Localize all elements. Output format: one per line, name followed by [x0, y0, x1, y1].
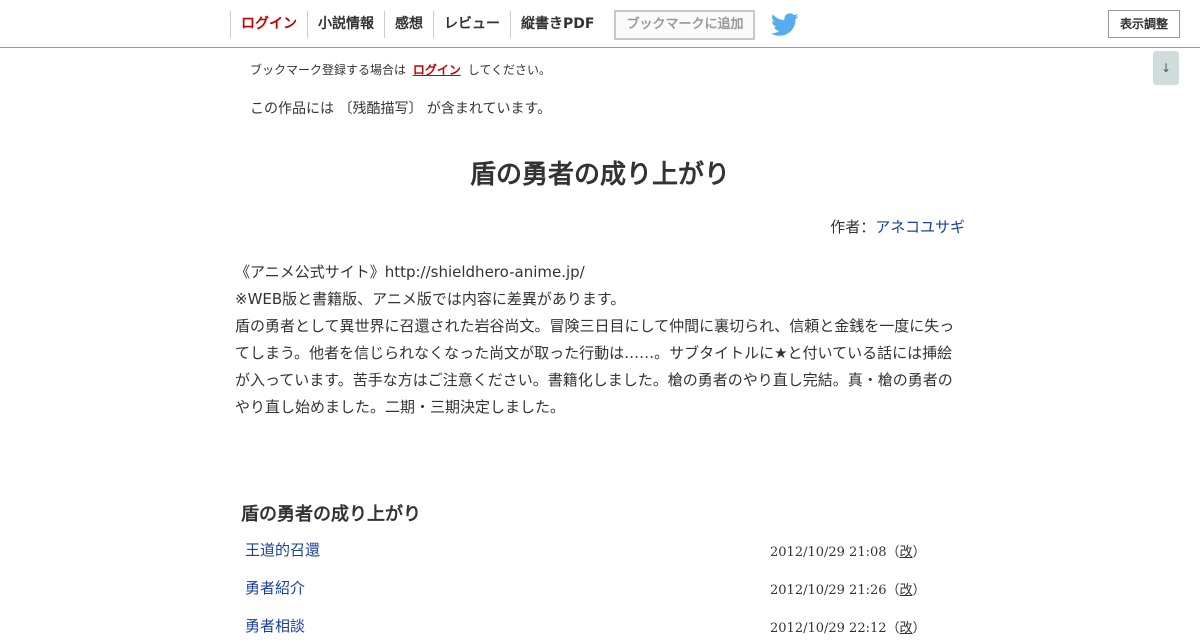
novel-title: 盾の勇者の成り上がり: [469, 160, 730, 190]
author-link[interactable]: アネコユサギ: [875, 218, 965, 236]
episode-row: 勇者相談 2012/10/29 22:12（改）: [235, 606, 965, 644]
synopsis-line: 《アニメ公式サイト》http://shieldhero-anime.jp/: [235, 263, 585, 281]
episode-date: 2012/10/29 21:26（改）: [770, 579, 926, 598]
scroll-down-button[interactable]: ↓: [1153, 51, 1179, 85]
nav-novel-info[interactable]: 小説情報: [307, 11, 384, 38]
episode-date: 2012/10/29 22:12（改）: [770, 617, 926, 636]
synopsis-line: やり直し始めました。二期・三期決定しました。: [235, 398, 566, 416]
content-warning: この作品には 〔残酷描写〕 が含まれています。: [250, 101, 552, 117]
revision-link[interactable]: 改: [900, 621, 913, 636]
author-prefix: 作者：: [830, 218, 876, 236]
bookmark-login-notice: ブックマーク登録する場合は ログイン してください。: [250, 61, 551, 78]
revision-close-paren: ）: [912, 545, 926, 560]
episode-link[interactable]: 王道的召還: [245, 539, 320, 560]
nav-login[interactable]: ログイン: [230, 11, 307, 38]
revision-close-paren: ）: [912, 583, 926, 598]
chapter-title: 盾の勇者の成り上がり: [241, 504, 421, 525]
twitter-bird-icon[interactable]: [771, 12, 800, 37]
synopsis-line: ※WEB版と書籍版、アニメ版では内容に差異があります。: [235, 290, 626, 308]
synopsis-line: てしまう。他者を信じられなくなった尚文が取った行動は……。サブタイトルに★と付い…: [235, 344, 953, 362]
nav-review[interactable]: レビュー: [433, 11, 510, 38]
top-navigation-bar: ログイン 小説情報 感想 レビュー 縦書きPDF ブックマークに追加 表示調整: [0, 0, 1200, 48]
revision-open-paren: （: [886, 621, 900, 636]
revision-link[interactable]: 改: [900, 583, 913, 598]
synopsis: 《アニメ公式サイト》http://shieldhero-anime.jp/ ※W…: [235, 259, 965, 421]
revision-open-paren: （: [886, 583, 900, 598]
twitter-bird-icon-svg: [771, 12, 800, 36]
episode-link[interactable]: 勇者紹介: [245, 577, 305, 598]
episode-date: 2012/10/29 21:08（改）: [770, 541, 926, 560]
episode-row: 勇者紹介 2012/10/29 21:26（改）: [235, 568, 965, 606]
notice-login-link[interactable]: ログイン: [413, 63, 461, 77]
author-line: 作者：アネコユサギ: [830, 216, 965, 237]
episode-date-text: 2012/10/29 22:12: [770, 621, 887, 636]
notice-suffix: してください。: [467, 63, 551, 77]
episode-link[interactable]: 勇者相談: [245, 615, 305, 636]
episode-row: 王道的召還 2012/10/29 21:08（改）: [235, 530, 965, 568]
novel-nav: ログイン 小説情報 感想 レビュー 縦書きPDF ブックマークに追加: [230, 9, 800, 40]
revision-link[interactable]: 改: [900, 545, 913, 560]
synopsis-line: が入っています。苦手な方はご注意ください。書籍化しました。槍の勇者のやり直し完結…: [235, 371, 953, 389]
nav-vertical-pdf[interactable]: 縦書きPDF: [510, 11, 604, 38]
synopsis-line: 盾の勇者として異世界に召還された岩谷尚文。冒険三日目にして仲間に裏切られ、信頼と…: [235, 317, 955, 335]
episode-date-text: 2012/10/29 21:26: [770, 583, 887, 598]
episode-date-text: 2012/10/29 21:08: [770, 545, 887, 560]
display-settings-button[interactable]: 表示調整: [1108, 10, 1180, 38]
notice-prefix: ブックマーク登録する場合は: [250, 63, 407, 77]
nav-impressions[interactable]: 感想: [384, 11, 433, 38]
revision-close-paren: ）: [912, 621, 926, 636]
episode-list: 王道的召還 2012/10/29 21:08（改） 勇者紹介 2012/10/2…: [235, 530, 965, 644]
revision-open-paren: （: [886, 545, 900, 560]
add-bookmark-button[interactable]: ブックマークに追加: [614, 9, 756, 40]
